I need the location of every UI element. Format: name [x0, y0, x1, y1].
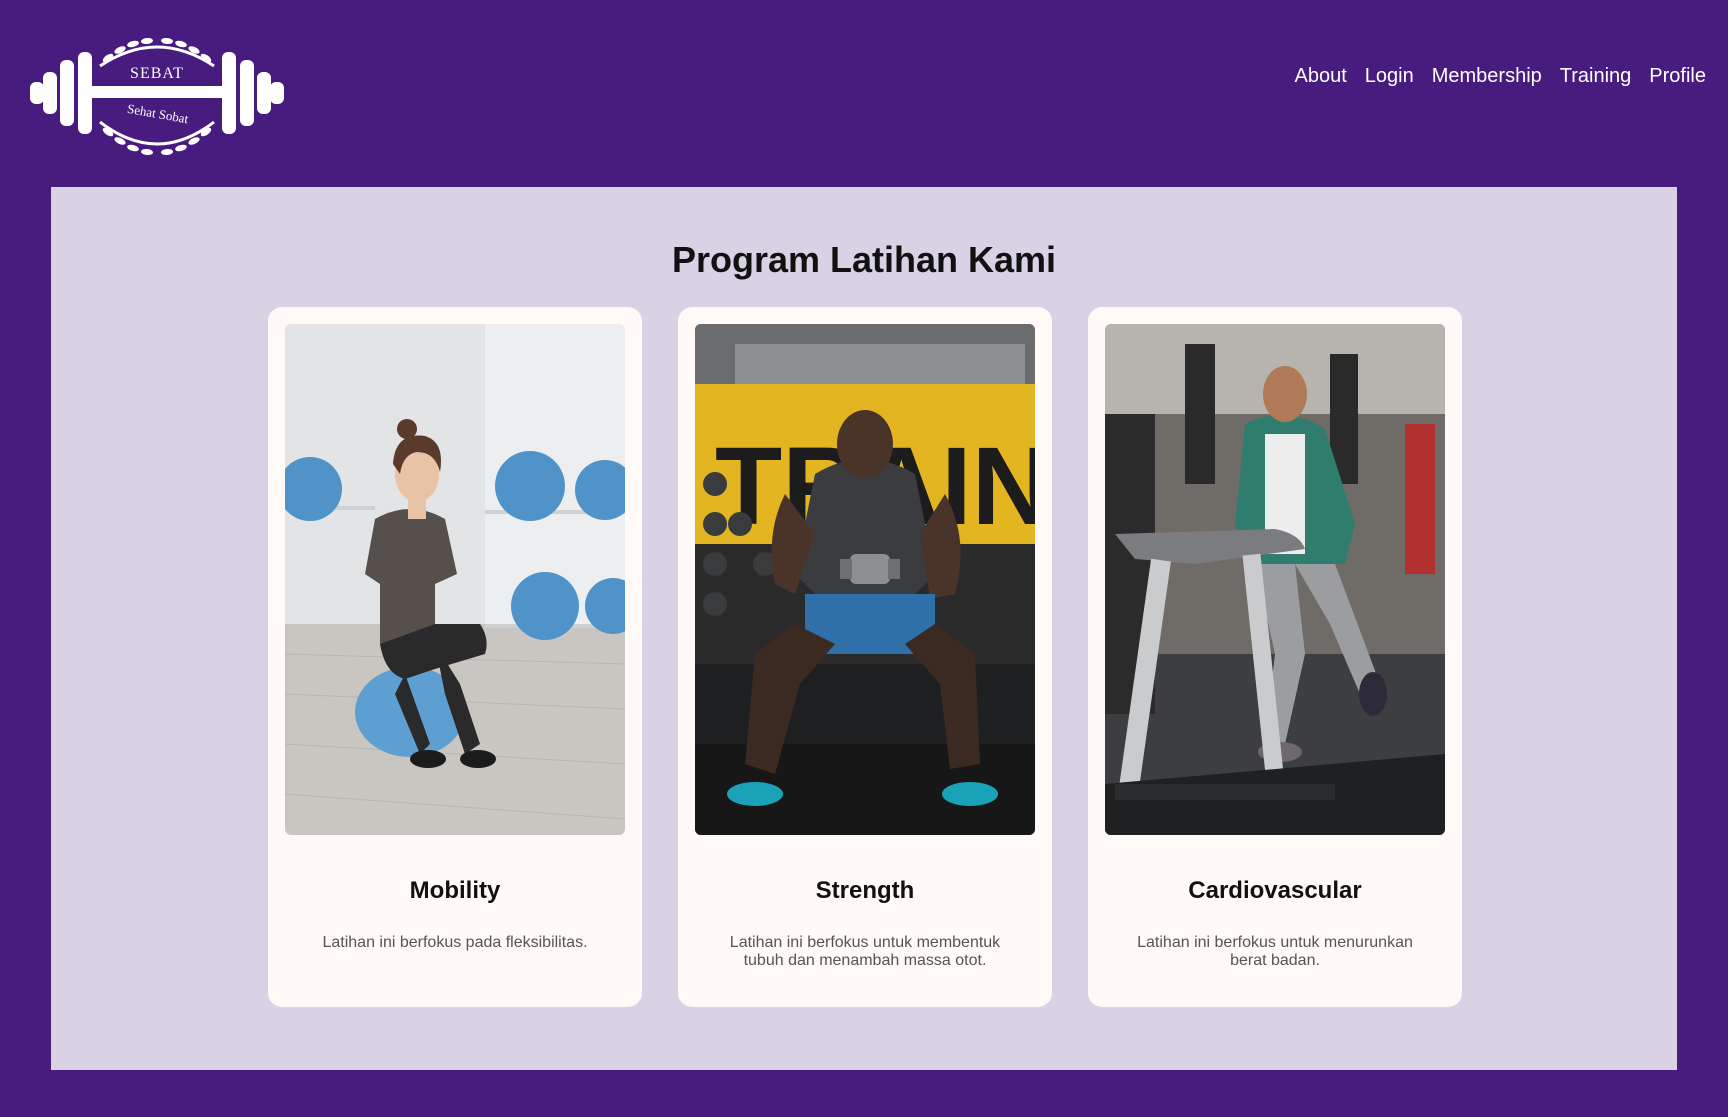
nav-about[interactable]: About — [1295, 64, 1347, 88]
program-card-cardiovascular[interactable]: Cardiovascular Latihan ini berfokus untu… — [1088, 307, 1462, 1007]
nav-membership[interactable]: Membership — [1432, 64, 1542, 88]
nav-training[interactable]: Training — [1560, 64, 1632, 88]
nav-login[interactable]: Login — [1365, 64, 1414, 88]
strength-photo: TRAIN — [695, 324, 1035, 835]
card-title: Strength — [815, 877, 915, 904]
section-title: Program Latihan Kami — [671, 239, 1057, 280]
training-programs-section: Program Latihan Kami Mobility Latihan in… — [51, 187, 1677, 1070]
sebat-logo[interactable]: SEBAT Sehat Sobat — [30, 38, 284, 160]
main-nav: About Login Membership Training Profile — [1277, 64, 1706, 88]
cardiovascular-photo — [1105, 324, 1445, 835]
nav-profile[interactable]: Profile — [1649, 64, 1706, 88]
card-description: Latihan ini berfokus untuk menurunkan be… — [1137, 934, 1413, 969]
program-card-strength[interactable]: TRAIN S — [678, 307, 1052, 1007]
card-title: Cardiovascular — [1188, 877, 1362, 904]
mobility-photo — [285, 324, 625, 835]
card-description: Latihan ini berfokus pada fleksibilitas. — [322, 934, 588, 951]
site-header: SEBAT Sehat Sobat About Login Membership… — [0, 0, 1728, 187]
logo-top-text: SEBAT — [130, 65, 184, 82]
card-title: Mobility — [409, 877, 501, 904]
card-description: Latihan ini berfokus untuk membentuk tub… — [729, 934, 1001, 969]
program-card-mobility[interactable]: Mobility Latihan ini berfokus pada fleks… — [268, 307, 642, 1007]
logo-bottom-text: Sehat Sobat — [126, 101, 190, 127]
